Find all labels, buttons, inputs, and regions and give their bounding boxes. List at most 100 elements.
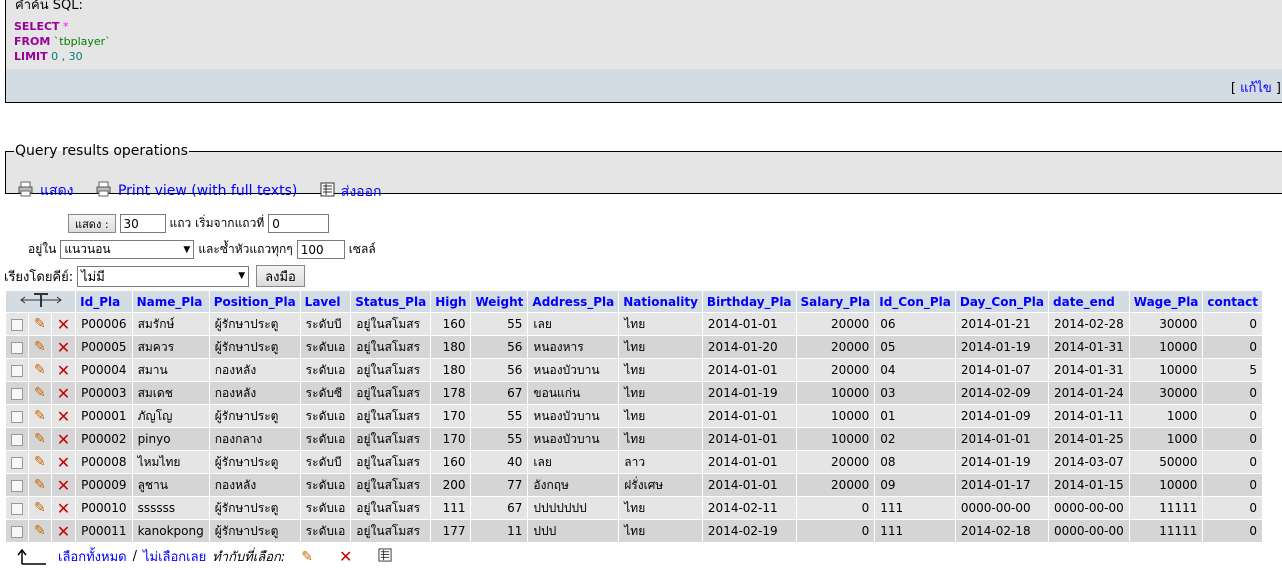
- table-cell: 200: [431, 474, 471, 496]
- row-checkbox[interactable]: [11, 387, 23, 400]
- table-row[interactable]: ✎ ✕ P00005 สมควร ผู้รักษาประตู ระดับเอ อยู่ในส…: [6, 336, 1262, 358]
- table-cell: P00005: [76, 336, 132, 358]
- row-checkbox[interactable]: [11, 364, 23, 377]
- table-cell: 0: [1203, 497, 1262, 519]
- row-checkbox[interactable]: [11, 502, 23, 515]
- row-delete-cell: ✕: [51, 313, 76, 335]
- table-row[interactable]: ✎ ✕ P00011 kanokpong ผู้รักษาประตู ระดับเอ อยู…: [6, 520, 1262, 542]
- table-cell: 2014-02-09: [955, 382, 1049, 404]
- row-checkbox-cell: [6, 359, 28, 381]
- pencil-icon[interactable]: ✎: [34, 408, 46, 424]
- pencil-icon[interactable]: ✎: [34, 316, 46, 332]
- qro-print-label: Print view (with full texts): [117, 183, 298, 199]
- table-cell: 20000: [796, 336, 875, 358]
- row-checkbox[interactable]: [11, 456, 23, 469]
- pencil-icon[interactable]: ✎: [34, 523, 46, 539]
- row-checkbox[interactable]: [11, 341, 23, 354]
- column-header[interactable]: Name_Pla: [132, 291, 209, 312]
- sort-key-select[interactable]: ไม่มี ▼: [77, 265, 250, 287]
- table-row[interactable]: ✎ ✕ P00008 ไหมไทย ผู้รักษาประตู ระดับบี อยู่ใน…: [6, 451, 1262, 473]
- qro-export-label: ส่งออก: [340, 183, 382, 200]
- table-header-row: Id_Pla Name_Pla Position_Pla Lavel Statu…: [6, 291, 1262, 312]
- display-mode-select[interactable]: แนวนอน ▼: [60, 240, 195, 259]
- pencil-icon[interactable]: ✎: [34, 339, 46, 355]
- pencil-icon[interactable]: ✎: [34, 500, 46, 516]
- column-header[interactable]: Birthday_Pla: [702, 291, 796, 312]
- table-row[interactable]: ✎ ✕ P00006 สมรักษ์ ผู้รักษาประตู ระดับบี อยู่ใ…: [6, 313, 1262, 335]
- column-header[interactable]: Wage_Pla: [1129, 291, 1203, 312]
- rows-start-label: แถว เริ่มจากแถวที่: [169, 216, 265, 230]
- delete-cross-icon[interactable]: ✕: [57, 407, 70, 426]
- delete-cross-icon[interactable]: ✕: [57, 453, 70, 472]
- column-header[interactable]: Weight: [471, 291, 528, 312]
- column-resize-handle[interactable]: [6, 291, 76, 312]
- delete-cross-icon[interactable]: ✕: [57, 384, 70, 403]
- column-header[interactable]: High: [431, 291, 471, 312]
- pencil-icon[interactable]: ✎: [301, 549, 313, 565]
- table-cell: 1000: [1129, 428, 1203, 450]
- column-header[interactable]: Status_Pla: [351, 291, 431, 312]
- uncheck-all-link[interactable]: ไม่เลือกเลย: [143, 546, 206, 567]
- column-header[interactable]: Lavel: [300, 291, 351, 312]
- column-header[interactable]: Id_Pla: [76, 291, 132, 312]
- table-cell: 177: [431, 520, 471, 542]
- delete-cross-icon[interactable]: ✕: [57, 315, 70, 334]
- qro-show-link[interactable]: แสดง: [18, 180, 74, 202]
- sql-edit-link-wrap: [ แก้ไข ]: [1231, 77, 1281, 98]
- pencil-icon[interactable]: ✎: [34, 477, 46, 493]
- column-header[interactable]: date_end: [1049, 291, 1129, 312]
- table-row[interactable]: ✎ ✕ P00009 ลูชาน กองหลัง ระดับเอ อยู่ในสโมสร 20…: [6, 474, 1262, 496]
- delete-cross-icon[interactable]: ✕: [57, 430, 70, 449]
- table-cell: สมาน: [132, 359, 209, 381]
- repeat-header-input[interactable]: 100: [296, 240, 345, 259]
- pencil-icon[interactable]: ✎: [34, 431, 46, 447]
- row-checkbox[interactable]: [11, 525, 23, 538]
- pencil-icon[interactable]: ✎: [34, 385, 46, 401]
- column-header[interactable]: Position_Pla: [209, 291, 300, 312]
- column-header[interactable]: Id_Con_Pla: [875, 291, 955, 312]
- bulk-actions-bar: เลือกทั้งหมด / ไม่เลือกเลย ทำกับที่เลือก…: [16, 546, 418, 567]
- delete-cross-icon[interactable]: ✕: [57, 499, 70, 518]
- table-cell: 2014-01-09: [955, 405, 1049, 427]
- row-checkbox-cell: [6, 451, 28, 473]
- table-cell: อยู่ในสโมสร: [351, 474, 431, 496]
- separator: /: [132, 549, 137, 564]
- start-row-input[interactable]: 0: [268, 214, 330, 233]
- sql-edit-bar: [ แก้ไข ]: [5, 69, 1282, 103]
- sql-edit-link[interactable]: แก้ไข: [1240, 81, 1272, 96]
- pencil-icon[interactable]: ✎: [34, 454, 46, 470]
- qro-export-link[interactable]: ส่งออก: [320, 181, 382, 203]
- delete-cross-icon[interactable]: ✕: [339, 547, 352, 566]
- column-header[interactable]: contact: [1203, 291, 1262, 312]
- column-header[interactable]: Nationality: [619, 291, 702, 312]
- pencil-icon[interactable]: ✎: [34, 362, 46, 378]
- table-row[interactable]: ✎ ✕ P00001 ภัญโญ ผู้รักษาประตู ระดับเอ อยู่ในส…: [6, 405, 1262, 427]
- column-header[interactable]: Salary_Pla: [796, 291, 875, 312]
- export-icon[interactable]: [378, 547, 392, 566]
- row-checkbox[interactable]: [11, 433, 23, 446]
- row-checkbox[interactable]: [11, 410, 23, 423]
- delete-cross-icon[interactable]: ✕: [57, 476, 70, 495]
- table-row[interactable]: ✎ ✕ P00004 สมาน กองหลัง ระดับเอ อยู่ในสโมสร 180…: [6, 359, 1262, 381]
- table-row[interactable]: ✎ ✕ P00010 ssssss ผู้รักษาประตู ระดับเอ อยู่ใน…: [6, 497, 1262, 519]
- check-all-link[interactable]: เลือกทั้งหมด: [58, 546, 127, 567]
- table-cell: สมรักษ์: [132, 313, 209, 335]
- nav-row-sort: เรียงโดยคีย์: ไม่มี ▼ ลงมือ: [4, 265, 305, 287]
- table-cell: 0: [1203, 520, 1262, 542]
- delete-cross-icon[interactable]: ✕: [57, 338, 70, 357]
- delete-cross-icon[interactable]: ✕: [57, 522, 70, 541]
- column-header[interactable]: Day_Con_Pla: [955, 291, 1049, 312]
- rows-input[interactable]: 30: [119, 214, 166, 233]
- qro-print-link[interactable]: Print view (with full texts): [96, 181, 297, 201]
- table-row[interactable]: ✎ ✕ P00003 สมเดช กองหลัง ระดับซี อยู่ในสโมสร 17…: [6, 382, 1262, 404]
- row-checkbox[interactable]: [11, 318, 23, 331]
- table-cell: 09: [875, 474, 955, 496]
- sql-table-name: `tbplayer`: [53, 35, 111, 48]
- go-button[interactable]: ลงมือ: [256, 265, 305, 287]
- table-cell: 1000: [1129, 405, 1203, 427]
- row-checkbox[interactable]: [11, 479, 23, 492]
- table-row[interactable]: ✎ ✕ P00002 pinyo กองกลาง ระดับเอ อยู่ในสโมสร 17…: [6, 428, 1262, 450]
- show-button[interactable]: แสดง :: [68, 214, 116, 233]
- delete-cross-icon[interactable]: ✕: [57, 361, 70, 380]
- column-header[interactable]: Address_Pla: [528, 291, 619, 312]
